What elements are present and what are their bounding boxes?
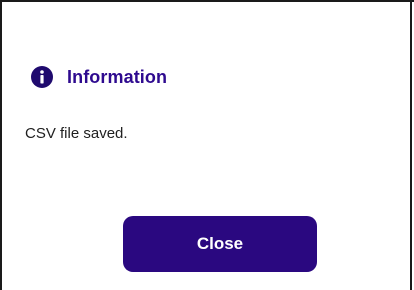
dialog-left-border (0, 0, 2, 290)
dialog-message: CSV file saved. (25, 125, 128, 142)
info-icon (31, 66, 53, 88)
close-button[interactable]: Close (123, 216, 317, 272)
dialog-header: Information (31, 63, 167, 91)
dialog-right-border (410, 0, 412, 290)
information-dialog: Information CSV file saved. Close (0, 0, 414, 290)
dialog-top-border (0, 0, 414, 2)
dialog-title: Information (67, 66, 168, 87)
